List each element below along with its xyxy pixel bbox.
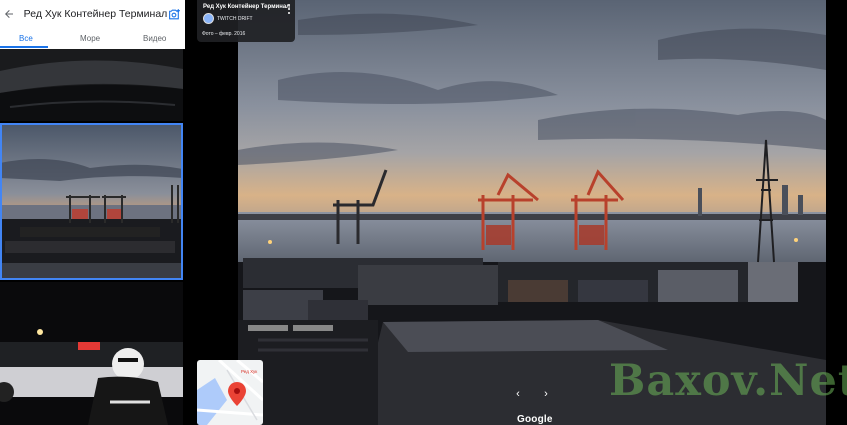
- chevron-left-icon: ‹: [516, 388, 520, 400]
- app-root: Ред Хук Контейнер Терминал Все Море Виде…: [0, 0, 847, 425]
- thumbnail-video[interactable]: [0, 282, 183, 425]
- tab-video[interactable]: Видео: [143, 34, 166, 43]
- dot-icon: [288, 8, 290, 10]
- photo-info-card: Ред Хук Контейнер Терминал TWITCH DRIFT …: [197, 0, 295, 42]
- panel-title: Ред Хук Контейнер Терминал: [23, 8, 168, 20]
- dot-icon: [288, 4, 290, 6]
- dot-icon: [288, 12, 290, 14]
- thumbnail-photo[interactable]: [0, 49, 183, 121]
- author-name[interactable]: TWITCH DRIFT: [217, 16, 253, 22]
- watermark-text: Baxov.Net: [609, 356, 847, 406]
- thumbnail-photo-selected[interactable]: [0, 123, 183, 280]
- photo-panel: Ред Хук Контейнер Терминал Все Море Виде…: [0, 0, 185, 425]
- chevron-right-icon: ›: [544, 388, 548, 400]
- add-photo-icon: [169, 8, 181, 19]
- tab-bar: Все Море Видео: [0, 28, 185, 48]
- tab-all[interactable]: Все: [19, 34, 33, 43]
- author-avatar[interactable]: [203, 13, 214, 24]
- google-logo: Google: [517, 414, 553, 425]
- map-pin-label: Ред Хук: [241, 369, 257, 374]
- next-photo-button[interactable]: ›: [536, 384, 556, 404]
- arrow-left-icon: [5, 10, 14, 18]
- mini-map[interactable]: Ред Хук: [197, 360, 263, 425]
- tab-indicator: [0, 46, 48, 48]
- thumbnail-list: [0, 49, 185, 425]
- previous-photo-button[interactable]: ‹: [508, 384, 528, 404]
- panel-header: Ред Хук Контейнер Терминал: [0, 0, 185, 28]
- tab-sea[interactable]: Море: [80, 34, 100, 43]
- back-button[interactable]: [2, 2, 17, 26]
- add-photo-button[interactable]: [167, 2, 182, 26]
- more-options-button[interactable]: [285, 3, 293, 15]
- photo-title[interactable]: Ред Хук Контейнер Терминал: [203, 4, 290, 10]
- photo-date: Фото – февр. 2016: [202, 31, 246, 37]
